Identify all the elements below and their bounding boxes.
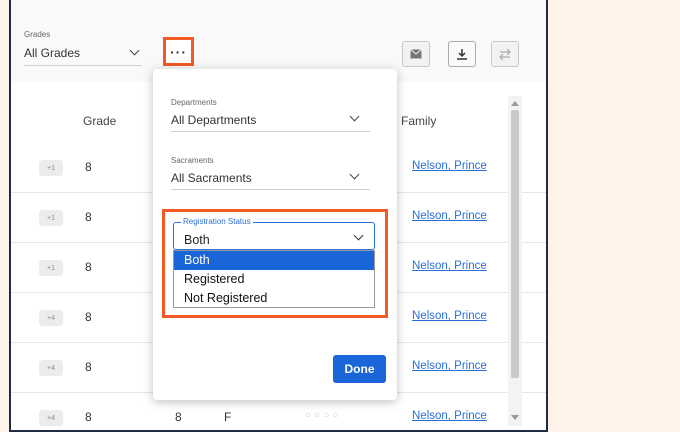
chevron-down-icon — [129, 45, 140, 56]
row-grade: 8 — [85, 360, 92, 374]
registration-status-select[interactable]: Registration Status Both — [173, 217, 375, 250]
scroll-up-icon[interactable] — [511, 101, 519, 106]
row-gender: F — [224, 410, 232, 424]
registration-status-label: Registration Status — [181, 217, 253, 226]
row-status-icons: ○○○○ — [305, 410, 342, 421]
option-not-registered[interactable]: Not Registered — [174, 289, 374, 308]
more-icon: ··· — [170, 43, 187, 60]
grades-value: All Grades — [24, 46, 81, 60]
departments-label: Departments — [171, 98, 217, 107]
more-options-button[interactable]: ··· — [163, 37, 194, 66]
row-grade: 8 — [85, 210, 92, 224]
sacraments-select[interactable]: Sacraments All Sacraments — [171, 156, 370, 190]
swap-icon — [499, 48, 511, 60]
departments-select[interactable]: Departments All Departments — [171, 98, 370, 132]
family-link[interactable]: Nelson, Prince — [412, 410, 487, 422]
filter-options-panel: Departments All Departments Sacraments A… — [153, 69, 397, 400]
chevron-down-icon — [353, 230, 364, 241]
registration-status-options: Both Registered Not Registered — [173, 250, 375, 308]
row-badge: +4 — [39, 360, 63, 376]
done-button[interactable]: Done — [333, 355, 386, 383]
table-scrollbar[interactable] — [508, 96, 522, 426]
family-link[interactable]: Nelson, Prince — [412, 360, 487, 372]
departments-value: All Departments — [171, 113, 257, 127]
option-registered[interactable]: Registered — [174, 270, 374, 289]
family-link[interactable]: Nelson, Prince — [412, 260, 487, 272]
option-both[interactable]: Both — [174, 251, 374, 270]
row-badge: +4 — [39, 310, 63, 326]
row-grade-secondary: 8 — [175, 410, 182, 424]
registration-status-value: Both — [184, 233, 210, 247]
grades-select[interactable]: Grades All Grades — [24, 30, 142, 66]
sacraments-label: Sacraments — [171, 156, 214, 165]
row-grade: 8 — [85, 310, 92, 324]
row-badge: +4 — [39, 410, 63, 426]
grade-column-header[interactable]: Grade — [83, 114, 116, 128]
row-badge: +1 — [39, 260, 63, 276]
family-link[interactable]: Nelson, Prince — [412, 160, 487, 172]
email-icon — [410, 49, 422, 59]
row-badge: +1 — [39, 210, 63, 226]
grades-label: Grades — [24, 30, 51, 39]
sacraments-value: All Sacraments — [171, 171, 252, 185]
row-grade: 8 — [85, 260, 92, 274]
swap-button[interactable] — [491, 41, 519, 67]
row-grade: 8 — [85, 410, 92, 424]
family-link[interactable]: Nelson, Prince — [412, 310, 487, 322]
download-button[interactable] — [448, 41, 476, 67]
chevron-down-icon — [349, 111, 360, 122]
registration-status-highlight: Registration Status Both Both Registered… — [162, 209, 388, 318]
email-button[interactable] — [402, 41, 430, 67]
scroll-thumb[interactable] — [511, 110, 519, 378]
app-window: Grades All Grades ··· Grade Family +1 8 … — [9, 0, 548, 432]
row-badge: +1 — [39, 160, 63, 176]
family-link[interactable]: Nelson, Prince — [412, 210, 487, 222]
family-column-header[interactable]: Family — [401, 114, 436, 128]
scroll-down-icon[interactable] — [511, 415, 519, 420]
chevron-down-icon — [349, 169, 360, 180]
row-grade: 8 — [85, 160, 92, 174]
download-icon — [457, 49, 467, 60]
